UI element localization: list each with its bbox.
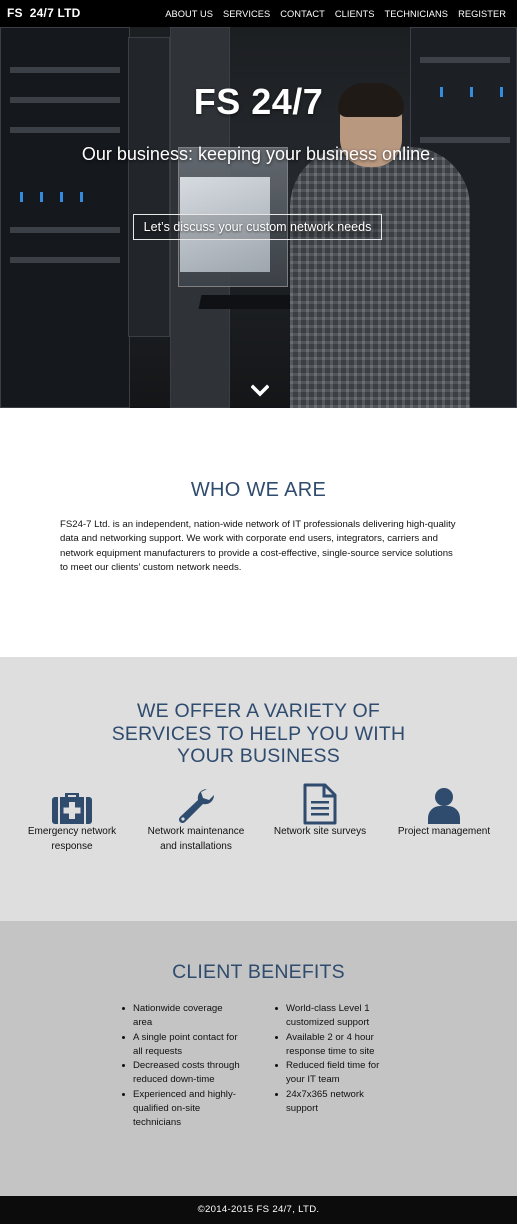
user-icon [428, 788, 460, 824]
service-label: Emergency network response [12, 825, 132, 854]
nav-link-clients[interactable]: CLIENTS [335, 9, 375, 19]
list-item-line: qualified on-site [133, 1103, 201, 1115]
list-item: Experienced and highly-qualified on-site… [120, 1088, 260, 1131]
service-label-line: and installations [160, 840, 232, 852]
service-label: Project management [384, 825, 504, 840]
nav-link-technicians[interactable]: TECHNICIANS [384, 9, 448, 19]
list-item-line: Reduced field time for [286, 1060, 380, 1072]
hero-title: FS 24/7 [193, 81, 324, 122]
services-heading-line: SERVICES TO HELP YOU WITH [111, 722, 406, 745]
top-nav-bar: FS 24/7 LTD ABOUT US SERVICES CONTACT CL… [0, 0, 517, 27]
list-item: Reduced field time for your IT team [273, 1059, 413, 1088]
list-item-line: your IT team [286, 1074, 340, 1086]
services-heading-line: YOUR BUSINESS [177, 745, 340, 767]
benefits-list-right: World-class Level 1 customized support Av… [273, 1002, 413, 1116]
nav-menu: ABOUT US SERVICES CONTACT CLIENTS TECHNI… [165, 0, 506, 27]
list-item-line: response time to site [286, 1045, 375, 1057]
list-item-line: Available 2 or 4 hour [286, 1031, 374, 1043]
nav-link-contact[interactable]: CONTACT [280, 9, 325, 19]
service-emergency-response[interactable]: Emergency network response [12, 785, 132, 854]
service-site-surveys[interactable]: Network site surveys [260, 783, 380, 840]
who-we-are-section: WHO WE ARE FS24-7 Ltd. is an independent… [0, 408, 517, 657]
list-item: A single point contact for all requests [120, 1031, 260, 1060]
list-item-line: all requests [133, 1045, 183, 1057]
list-item-line: area [133, 1017, 153, 1029]
services-heading: WE OFFER A VARIETY OF SERVICES TO HELP Y… [0, 700, 517, 768]
list-item: Nationwide coverage area [120, 1002, 260, 1031]
footer-copyright: ©2014-2015 FS 24/7, LTD. [0, 1196, 517, 1224]
service-project-management[interactable]: Project management [384, 785, 504, 840]
list-item-line: technicians [133, 1117, 181, 1129]
service-label-line: response [51, 840, 93, 852]
list-item-line: World-class Level 1 [286, 1003, 370, 1014]
service-label-line: Network site surveys [273, 826, 367, 837]
who-we-are-text: FS24-7 Ltd. is an independent, nation-wi… [60, 519, 456, 573]
nav-link-services[interactable]: SERVICES [223, 9, 270, 19]
list-item-line: Experienced and highly- [133, 1088, 236, 1100]
list-item-line: support [286, 1103, 318, 1115]
nav-link-register[interactable]: REGISTER [458, 9, 506, 19]
services-heading-line: WE OFFER A VARIETY OF [137, 700, 380, 722]
list-item: Available 2 or 4 hour response time to si… [273, 1031, 413, 1060]
contact-cta-button[interactable]: Let’s discuss your custom network needs [133, 214, 382, 240]
list-item-line: Nationwide coverage [133, 1003, 223, 1014]
service-label-line: Project management [397, 826, 491, 837]
document-icon [303, 783, 337, 825]
benefits-list-left: Nationwide coverage area A single point c… [120, 1002, 260, 1131]
hero-subtitle: Our business: keeping your business onli… [81, 144, 436, 164]
list-item-line: 24x7x365 network [286, 1088, 364, 1100]
list-item-line: customized support [286, 1017, 370, 1029]
service-label-line: Network maintenance [147, 826, 245, 837]
list-item-line: A single point contact for [133, 1031, 238, 1043]
service-label: Network site surveys [260, 825, 380, 840]
list-item: 24x7x365 network support [273, 1088, 413, 1117]
list-item-line: Decreased costs through [133, 1060, 240, 1072]
list-item-line: reduced down-time [133, 1074, 215, 1086]
services-section: WE OFFER A VARIETY OF SERVICES TO HELP Y… [0, 657, 517, 921]
hero-section: FS 24/7 Our business: keeping your busin… [0, 27, 517, 408]
service-network-maintenance[interactable]: Network maintenance and installations [136, 785, 256, 854]
wrench-icon [178, 788, 215, 824]
medical-kit-icon [52, 793, 92, 824]
client-benefits-section: CLIENT BENEFITS Nationwide coverage area … [0, 921, 517, 1196]
nav-link-about-us[interactable]: ABOUT US [165, 9, 213, 19]
service-label: Network maintenance and installations [136, 825, 256, 854]
chevron-down-icon[interactable] [251, 384, 269, 398]
client-benefits-heading: CLIENT BENEFITS [172, 961, 345, 983]
who-we-are-heading: WHO WE ARE [190, 479, 327, 501]
brand-logo[interactable]: FS 24/7 LTD [7, 0, 81, 27]
list-item: Decreased costs through reduced down-time [120, 1059, 260, 1088]
list-item: World-class Level 1 customized support [273, 1002, 413, 1031]
service-label-line: Emergency network [27, 826, 117, 837]
